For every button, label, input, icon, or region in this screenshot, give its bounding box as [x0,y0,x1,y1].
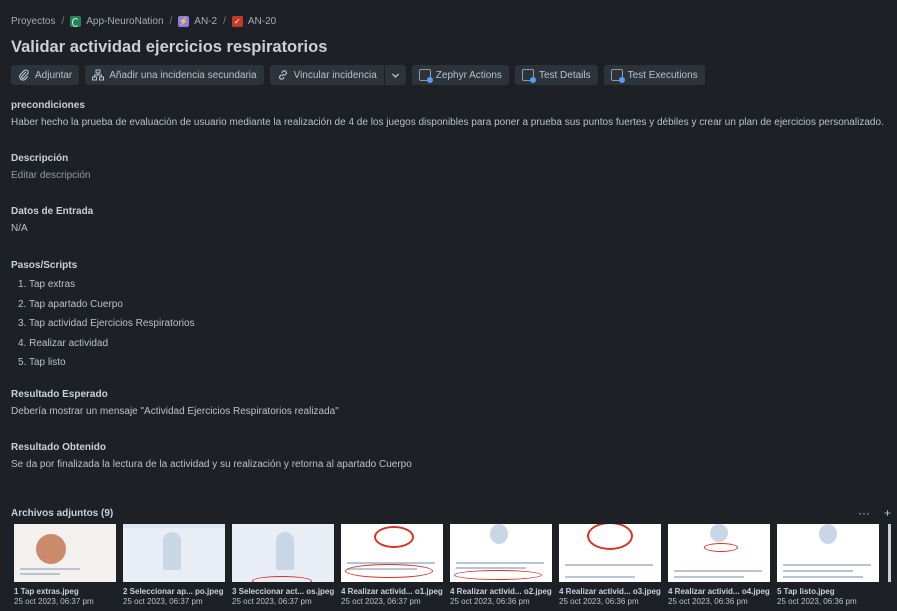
actual-result-section: Resultado Obtenido Se da por finalizada … [11,442,412,470]
breadcrumb: Proyectos / App-NeuroNation / ⚡ AN-2 / ✓… [11,16,276,27]
attachments-actions: ··· + [858,506,891,520]
attachment-date: 25 oct 2023, 06:37 pm [123,597,203,606]
breadcrumb-separator: / [223,16,226,27]
zephyr-actions-button[interactable]: Zephyr Actions [411,65,509,85]
zephyr-actions-label: Zephyr Actions [435,69,502,81]
input-data-label: Datos de Entrada [11,206,94,217]
link-issue-button[interactable]: Vincular incidencia [269,65,384,85]
expected-result-section: Resultado Esperado Debería mostrar un me… [11,389,339,417]
steps-list[interactable]: 1. Tap extras 2. Tap apartado Cuerpo 3. … [11,275,195,373]
attachment-date: 25 oct 2023, 06:37 pm [14,597,94,606]
attachment-date: 25 oct 2023, 06:36 pm [777,597,857,606]
actual-result-label: Resultado Obtenido [11,442,106,453]
test-details-button[interactable]: Test Details [514,65,598,85]
step-item: 2. Tap apartado Cuerpo [18,298,123,310]
expected-result-text[interactable]: Debería mostrar un mensaje "Actividad Ej… [11,406,339,417]
attachment-thumbnail [450,524,552,582]
input-data-text[interactable]: N/A [11,223,93,234]
attach-button-label: Adjuntar [35,69,73,81]
step-item: 3. Tap actividad Ejercicios Respiratorio… [18,318,195,329]
attachment-name: 3 Seleccionar act... os.jpeg [232,587,334,596]
attachment-date: 25 oct 2023, 06:37 pm [232,597,312,606]
breadcrumb-issue-label: AN-20 [247,16,277,27]
preconditions-text[interactable]: Haber hecho la prueba de evaluación de u… [11,117,884,128]
link-issue-dropdown[interactable] [384,65,406,85]
breadcrumb-epic-label: AN-2 [194,16,218,27]
attachments-list: 1 Tap extras.jpeg 25 oct 2023, 06:37 pm … [14,524,879,606]
page-title[interactable]: Validar actividad ejercicios respiratori… [11,38,327,57]
breadcrumb-separator: / [61,16,65,27]
paperclip-icon [19,69,29,81]
attachment-name: 2 Seleccionar ap... po.jpeg [123,587,224,596]
chevron-down-icon [391,73,399,78]
description-editor[interactable]: Editar descripción [11,170,90,181]
attachment-thumbnail [341,524,443,582]
hierarchy-icon [92,69,105,81]
attachment-thumbnail [559,524,661,582]
attachment-name: 5 Tap listo.jpeg [777,587,835,596]
attachment-card[interactable]: 4 Realizar activid... o3.jpeg 25 oct 202… [559,524,661,606]
attachment-date: 25 oct 2023, 06:36 pm [668,597,748,606]
add-attachment-icon[interactable]: + [884,506,891,520]
project-icon [70,16,82,27]
attachment-thumbnail [123,524,225,582]
attachment-name: 4 Realizar activid... o1.jpeg [341,587,443,596]
description-label: Descripción [11,153,69,164]
test-details-label: Test Details [538,69,591,81]
breadcrumb-epic-link[interactable]: ⚡ AN-2 [178,16,217,27]
preconditions-label: precondiciones [11,100,85,111]
attachment-name: 4 Realizar activid... o2.jpeg [450,587,552,596]
step-item: 5. Tap listo [18,357,66,368]
steps-label: Pasos/Scripts [11,260,78,271]
link-issue-label: Vincular incidencia [293,69,377,81]
attachments-title: Archivos adjuntos (9) [11,507,114,519]
expected-result-label: Resultado Esperado [11,389,108,400]
attachment-thumbnail [668,524,770,582]
breadcrumb-project-link[interactable]: App-NeuroNation [70,16,164,27]
attach-button[interactable]: Adjuntar [11,65,80,85]
link-issue-split-button: Vincular incidencia [269,65,406,85]
attachment-date: 25 oct 2023, 06:36 pm [450,597,530,606]
epic-lightning-icon: ⚡ [178,16,190,27]
test-executions-button[interactable]: Test Executions [603,65,705,85]
breadcrumb-project-label: App-NeuroNation [86,16,164,27]
attachment-name: 1 Tap extras.jpeg [14,587,79,596]
zephyr-icon [418,69,433,83]
add-child-issue-label: Añadir una incidencia secundaria [109,69,257,81]
attachment-card[interactable]: 2 Seleccionar ap... po.jpeg 25 oct 2023,… [123,524,225,606]
attachment-thumbnail [232,524,334,582]
input-data-section: Datos de Entrada N/A [11,206,93,234]
attachments-header: Archivos adjuntos (9) ··· + [11,506,891,520]
breadcrumb-projects-link[interactable]: Proyectos [11,16,55,27]
link-icon [278,70,287,80]
breadcrumb-issue-link[interactable]: ✓ AN-20 [231,16,277,27]
steps-section: Pasos/Scripts 1. Tap extras 2. Tap apart… [11,260,195,373]
attachment-thumbnail [14,524,116,582]
issue-toolbar: Adjuntar Añadir una incidencia secundari… [11,65,705,85]
add-child-issue-button[interactable]: Añadir una incidencia secundaria [85,65,264,85]
actual-result-text[interactable]: Se da por finalizada la lectura de la ac… [11,459,412,470]
attachment-card[interactable]: 1 Tap extras.jpeg 25 oct 2023, 06:37 pm [14,524,116,606]
attachment-card[interactable]: 3 Seleccionar act... os.jpeg 25 oct 2023… [232,524,334,606]
attachment-card[interactable]: 5 Tap listo.jpeg 25 oct 2023, 06:36 pm [777,524,879,606]
attachment-name: 4 Realizar activid... o3.jpeg [559,587,661,596]
step-item: 1. Tap extras [18,279,76,290]
attachments-scroll-edge[interactable] [888,524,891,582]
more-options-icon[interactable]: ··· [858,506,870,520]
step-item: 4. Realizar actividad [18,337,109,349]
attachment-name: 4 Realizar activid... o4.jpeg [668,587,770,596]
attachment-date: 25 oct 2023, 06:36 pm [559,597,639,606]
zephyr-executions-icon [610,69,625,83]
test-executions-label: Test Executions [627,69,698,81]
description-section: Descripción Editar descripción [11,153,90,181]
zephyr-details-icon [521,69,536,83]
attachment-card[interactable]: 4 Realizar activid... o1.jpeg 25 oct 202… [341,524,443,606]
attachment-thumbnail [777,524,879,582]
preconditions-section: precondiciones Haber hecho la prueba de … [11,100,884,128]
attachment-card[interactable]: 4 Realizar activid... o2.jpeg 25 oct 202… [450,524,552,606]
attachment-card[interactable]: 4 Realizar activid... o4.jpeg 25 oct 202… [668,524,770,606]
attachment-date: 25 oct 2023, 06:37 pm [341,597,421,606]
breadcrumb-separator: / [169,16,173,27]
test-issue-icon: ✓ [231,16,243,27]
